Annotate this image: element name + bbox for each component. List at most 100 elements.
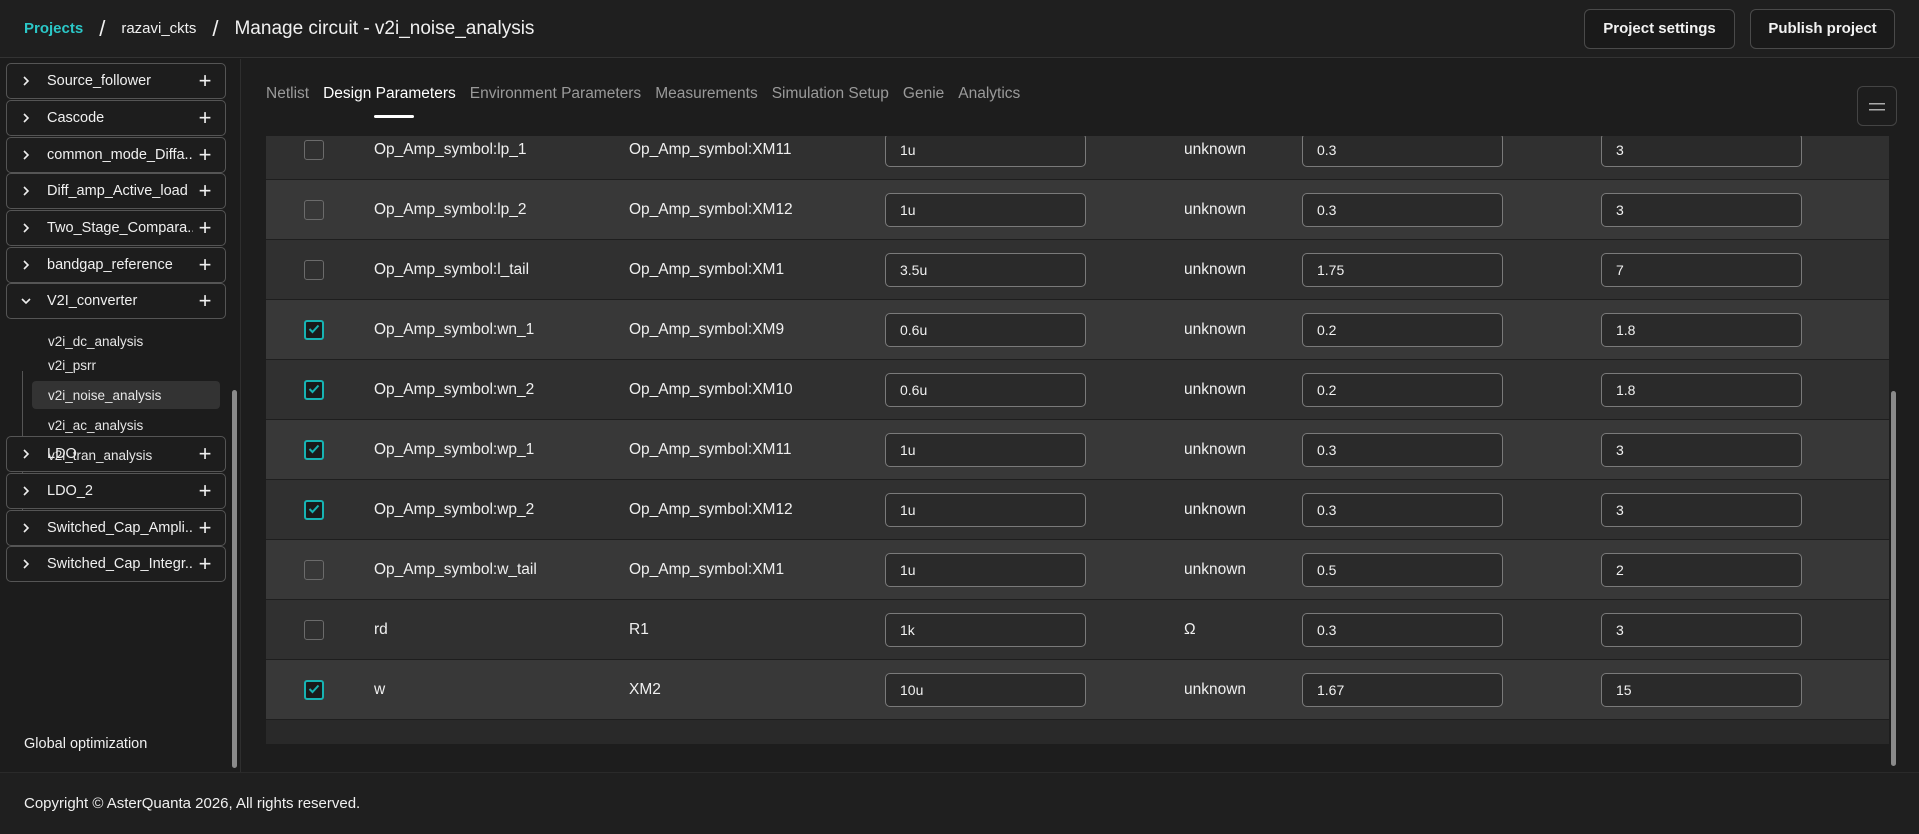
parameter-value-input[interactable]: 1u [885,492,1086,527]
plus-icon[interactable]: + [197,180,213,202]
parameter-value-input[interactable]: 0.6u [885,372,1086,407]
chevron-right-icon [19,221,33,235]
breadcrumb-folder-link[interactable]: razavi_ckts [121,20,196,37]
tab[interactable]: Genie [903,85,944,103]
parameter-unit: unknown [1184,500,1247,518]
parameter-instance: Op_Amp_symbol:XM11 [629,140,792,158]
parameter-name: Op_Amp_symbol:lp_2 [374,200,527,218]
parameter-min-input[interactable]: 1.67 [1302,672,1503,707]
sidebar-item[interactable]: Source_follower + [6,63,226,99]
plus-icon[interactable]: + [197,517,213,539]
parameter-max-input[interactable]: 7 [1601,252,1802,287]
row-checkbox[interactable] [304,559,324,580]
parameter-min-input[interactable]: 0.5 [1302,552,1503,587]
sidebar-item[interactable]: common_mode_Diffa... + [6,137,226,173]
sidebar-item-label: Cascode [47,110,105,126]
sidebar-item[interactable]: V2I_converter + [6,283,226,319]
sidebar-child-item[interactable]: v2i_tran_analysis [32,441,220,469]
parameter-max-input[interactable]: 1.8 [1601,372,1802,407]
parameter-min-input[interactable]: 0.3 [1302,612,1503,647]
parameter-value-input[interactable]: 10u [885,672,1086,707]
tab[interactable]: Simulation Setup [772,85,889,103]
row-checkbox[interactable] [304,139,324,160]
sidebar: Global optimization Source_follower + Casc… [0,59,240,772]
sidebar-item[interactable]: bandgap_reference + [6,247,226,283]
sidebar-item[interactable]: Switched_Cap_Ampli... + [6,510,226,546]
parameter-min-input[interactable]: 1.75 [1302,252,1503,287]
sidebar-item[interactable]: Switched_Cap_Integr... + [6,546,226,582]
row-checkbox[interactable] [304,439,324,460]
plus-icon[interactable]: + [197,144,213,166]
global-optimization-link[interactable]: Global optimization [24,736,147,752]
project-settings-button[interactable]: Project settings [1584,8,1735,49]
parameter-min-input[interactable]: 0.2 [1302,312,1503,347]
row-checkbox[interactable] [304,379,324,400]
parameter-value-input[interactable]: 0.6u [885,312,1086,347]
parameter-min-input[interactable]: 0.2 [1302,372,1503,407]
plus-icon[interactable]: + [197,254,213,276]
tab[interactable]: Environment Parameters [470,85,641,103]
row-checkbox[interactable] [304,619,324,640]
tab[interactable]: Analytics [958,85,1020,103]
parameter-max-input[interactable]: 3 [1601,136,1802,167]
plus-icon[interactable]: + [197,480,213,502]
parameter-instance: Op_Amp_symbol:XM10 [629,380,793,398]
parameter-max-input[interactable]: 2 [1601,552,1802,587]
parameter-value-input[interactable]: 1u [885,552,1086,587]
breadcrumb-projects-link[interactable]: Projects [24,20,83,37]
row-checkbox[interactable] [304,499,324,520]
sidebar-child-item[interactable]: v2i_ac_analysis [32,411,220,439]
breadcrumb-separator: / [99,15,106,41]
parameter-value-input[interactable]: 1u [885,432,1086,467]
checkmark-icon [308,501,320,519]
parameter-value-input[interactable]: 1k [885,612,1086,647]
parameter-unit: unknown [1184,200,1247,218]
row-checkbox[interactable] [304,679,324,700]
chevron-right-icon [19,258,33,272]
chevron-down-icon [19,294,33,308]
sidebar-item[interactable]: Cascode + [6,100,226,136]
parameter-instance: Op_Amp_symbol:XM9 [629,320,785,338]
parameter-max-input[interactable]: 1.8 [1601,312,1802,347]
sidebar-child-item[interactable]: v2i_psrr [32,351,220,379]
parameter-min-input[interactable]: 0.3 [1302,492,1503,527]
parameter-instance: Op_Amp_symbol:XM12 [629,200,793,218]
plus-icon[interactable]: + [197,553,213,575]
menu-button[interactable] [1857,86,1897,126]
tab[interactable]: Measurements [655,85,758,103]
parameter-max-input[interactable]: 3 [1601,492,1802,527]
parameter-name: Op_Amp_symbol:wn_2 [374,380,535,398]
sidebar-child-item[interactable]: v2i_noise_analysis [32,381,220,409]
hamburger-icon [1869,96,1885,117]
plus-icon[interactable]: + [197,290,213,312]
parameter-min-input[interactable]: 0.3 [1302,136,1503,167]
parameter-max-input[interactable]: 3 [1601,432,1802,467]
row-checkbox[interactable] [304,199,324,220]
plus-icon[interactable]: + [197,217,213,239]
plus-icon[interactable]: + [197,107,213,129]
parameter-max-input[interactable]: 3 [1601,192,1802,227]
parameter-max-input[interactable]: 15 [1601,672,1802,707]
sidebar-item[interactable]: Two_Stage_Compara... + [6,210,226,246]
checkmark-icon [308,321,320,339]
parameter-name: Op_Amp_symbol:wp_1 [374,440,535,458]
tab[interactable]: Design Parameters [323,85,456,103]
row-checkbox[interactable] [304,259,324,280]
sidebar-item[interactable]: Diff_amp_Active_load + [6,173,226,209]
parameter-unit: unknown [1184,560,1247,578]
parameter-value-input[interactable]: 3.5u [885,252,1086,287]
publish-project-button[interactable]: Publish project [1750,8,1895,49]
parameter-max-input[interactable]: 3 [1601,612,1802,647]
plus-icon[interactable]: + [197,70,213,92]
footer: Copyright © AsterQuanta 2026, All rights… [0,772,1919,834]
parameter-value-input[interactable]: 1u [885,136,1086,167]
parameter-min-input[interactable]: 0.3 [1302,432,1503,467]
table-scrollbar[interactable] [1891,391,1896,766]
sidebar-item[interactable]: LDO_2 + [6,473,226,509]
parameter-min-input[interactable]: 0.3 [1302,192,1503,227]
table-row: w XM2 10u unknown 1.67 15 [266,660,1889,720]
sidebar-scrollbar[interactable] [232,390,237,768]
parameter-value-input[interactable]: 1u [885,192,1086,227]
row-checkbox[interactable] [304,319,324,340]
tab[interactable]: Netlist [266,85,309,103]
